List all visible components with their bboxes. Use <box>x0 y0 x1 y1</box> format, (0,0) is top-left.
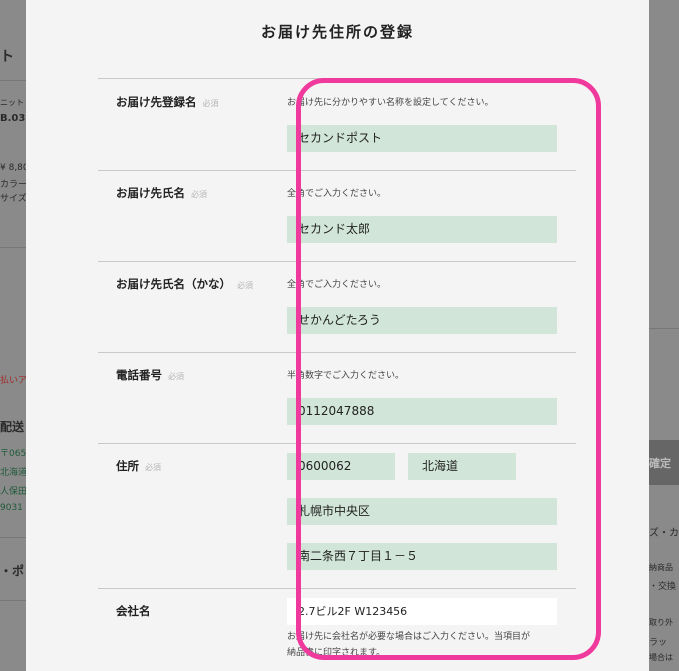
required-badge: 必須 <box>202 99 219 108</box>
form-row-company: 会社名 2.7ビル2F W123456 お届け先に会社名が必要な場合はご入力くだ… <box>98 588 576 671</box>
form-row-name: お届け先氏名 必須 全角でご入力ください。 セカンド太郎 <box>98 170 576 261</box>
name-input[interactable]: セカンド太郎 <box>287 216 557 243</box>
bg-text: ラッ <box>649 638 668 648</box>
bg-text: ト <box>0 49 14 65</box>
background-right-column: 確定 ズ・カ 納商品 ・交換 取り外 ラッ 場合は <box>649 0 679 671</box>
form-row-address: 住所 必須 0600062 北海道 札幌市中央区 南二条西７丁目１－５ <box>98 443 576 588</box>
street-input[interactable]: 南二条西７丁目１－５ <box>287 543 557 570</box>
bg-text: ・ポ <box>0 564 25 578</box>
phone-input[interactable]: 0112047888 <box>287 398 557 425</box>
bg-text: 配送 <box>0 420 25 434</box>
postal-code-input[interactable]: 0600062 <box>287 453 395 480</box>
field-label: お届け先氏名（かな） 必須 <box>116 277 253 291</box>
city-input[interactable]: 札幌市中央区 <box>287 498 557 525</box>
bg-text: ニット <box>0 98 24 107</box>
prefecture-select[interactable]: 北海道 <box>408 453 516 480</box>
field-hint: 半角数字でご入力ください。 <box>287 371 405 381</box>
field-label: 電話番号 必須 <box>116 368 184 382</box>
bg-text: 人保田 <box>0 487 26 497</box>
bg-text: 払いア <box>0 376 26 386</box>
address-registration-modal: お届け先住所の登録 お届け先登録名 必須 お届け先に分かりやすい名称を設定してくだ… <box>26 0 649 671</box>
bg-text: B.03 <box>0 113 26 124</box>
form-row-phone: 電話番号 必須 半角数字でご入力ください。 0112047888 <box>98 352 576 443</box>
required-badge: 必須 <box>168 372 184 381</box>
field-hint: お届け先に会社名が必要な場合はご入力ください。当項目が <box>287 632 531 642</box>
bg-text: サイズ： <box>0 194 26 204</box>
field-hint: 全角でご入力ください。 <box>287 280 387 290</box>
required-badge: 必須 <box>191 190 207 199</box>
required-badge: 必須 <box>145 463 161 472</box>
field-label: 住所 必須 <box>116 459 161 473</box>
bg-text: 北海道 <box>0 468 26 478</box>
form-row-alias: お届け先登録名 必須 お届け先に分かりやすい名称を設定してください。 セカンドポス… <box>98 78 576 170</box>
required-badge: 必須 <box>237 281 253 290</box>
field-label: お届け先氏名 必須 <box>116 186 207 200</box>
company-input[interactable]: 2.7ビル2F W123456 <box>287 598 557 625</box>
bg-text: 場合は <box>649 653 673 662</box>
bg-text: カラー： <box>0 180 26 190</box>
kana-input[interactable]: せかんどたろう <box>287 307 557 334</box>
bg-text: ズ・カ <box>649 528 679 539</box>
bg-text: ¥ 8,800 <box>0 163 26 173</box>
field-hint: 全角でご入力ください。 <box>287 189 387 199</box>
field-label: お届け先登録名 必須 <box>116 95 219 109</box>
form-row-kana: お届け先氏名（かな） 必須 全角でご入力ください。 せかんどたろう <box>98 261 576 352</box>
alias-input[interactable]: セカンドポスト <box>287 125 557 152</box>
field-hint: 納品書に印字されます。 <box>287 648 386 658</box>
bg-text: ・交換 <box>649 582 677 592</box>
field-label: 会社名 <box>116 604 151 618</box>
field-hint: お届け先に分かりやすい名称を設定してください。 <box>287 98 494 108</box>
bg-text: 9031 <box>0 503 23 513</box>
bg-text: 確定 <box>649 457 671 470</box>
modal-title: お届け先住所の登録 <box>260 23 414 41</box>
bg-text: 〒065- <box>0 449 26 459</box>
background-left-column: ト ニット B.03 ¥ 8,800 カラー： サイズ： 払いア 配送 〒065… <box>0 0 26 671</box>
bg-text: 取り外 <box>649 618 673 627</box>
bg-text: 納商品 <box>649 563 673 572</box>
